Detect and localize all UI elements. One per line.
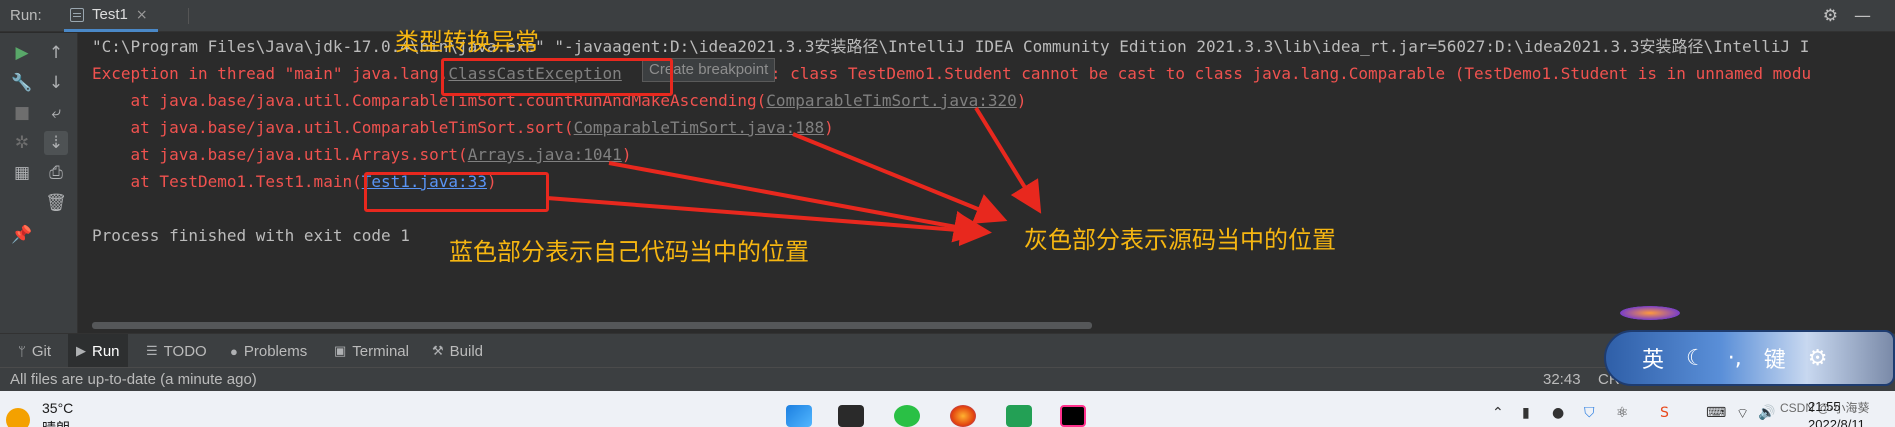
exception-message: : class TestDemo1.Student cannot be cast… (770, 64, 1812, 83)
command-line: "C:\Program Files\Java\jdk-17.0.4\bin\ja… (92, 37, 1810, 56)
run-tool-header: Run: Test1 × ⚙ — (0, 0, 1895, 32)
ime-moon-icon[interactable]: ☾ (1686, 346, 1706, 371)
play-icon: ▶ (76, 343, 86, 358)
close-icon[interactable]: × (136, 7, 148, 23)
exception-line: Exception in thread "main" java.lang.Cla… (92, 64, 1811, 84)
down-arrow-icon[interactable]: ↓ (44, 71, 68, 95)
debug-icon[interactable]: ✲ (10, 131, 34, 155)
caret-position[interactable]: 32:43 (1543, 371, 1581, 388)
source-link[interactable]: Arrays.java:1041 (468, 145, 622, 164)
chevron-up-icon[interactable]: ⌃ (1492, 405, 1504, 421)
own-code-annotation: 蓝色部分表示自己代码当中的位置 (449, 238, 809, 266)
ime-settings-icon[interactable]: ⚙ (1808, 346, 1828, 371)
own-code-highlight-box (364, 172, 549, 212)
wrench-icon[interactable]: 🔧 (10, 71, 34, 95)
tab-problems[interactable]: ● Problems (222, 334, 315, 368)
source-link[interactable]: ComparableTimSort.java:188 (574, 118, 824, 137)
run-tab-label: Test1 (92, 6, 128, 23)
ime-toolbar[interactable]: 英 ☾ ·, 键 ⚙ (1604, 330, 1895, 386)
shield-icon[interactable]: ⛉ (1584, 405, 1595, 421)
pdf-app-icon[interactable] (1006, 405, 1032, 427)
hammer-icon: ⚒ (432, 343, 444, 358)
run-config-icon (70, 7, 84, 22)
gear-icon[interactable]: ⚙ (1823, 6, 1838, 26)
stack-frame: at java.base/java.util.Arrays.sort(Array… (92, 145, 632, 164)
pin-icon[interactable]: 📌 (10, 223, 34, 247)
info-icon: ● (230, 343, 238, 359)
horizontal-scrollbar[interactable] (92, 322, 1092, 329)
windows-taskbar: 35°C 晴朗 ⌃ ▮ ● ⛉ ⚛ S ⌨ ⌔ 🔊 CSDN @-小海葵 21:… (0, 391, 1895, 427)
usb-icon[interactable]: ▮ (1522, 405, 1530, 421)
scroll-to-end-icon[interactable]: ⇣ (44, 131, 68, 155)
qq-icon[interactable]: ● (1552, 405, 1564, 421)
ime-keyboard[interactable]: 键 (1764, 342, 1786, 374)
tab-terminal[interactable]: ▣ Terminal (326, 334, 417, 368)
terminal-icon: ▣ (334, 343, 347, 358)
tab-build[interactable]: ⚒ Build (424, 334, 491, 368)
clock-time[interactable]: 21:55 (1808, 399, 1841, 414)
network-icon[interactable]: ⚛ (1616, 405, 1629, 421)
header-divider (188, 8, 189, 24)
list-icon: ☰ (146, 343, 158, 358)
task-view-icon[interactable] (838, 405, 864, 427)
stop-icon[interactable]: ■ (10, 101, 34, 125)
clock-date[interactable]: 2022/8/11 (1808, 417, 1865, 427)
rerun-icon[interactable]: ▶ (10, 41, 34, 65)
layout-icon[interactable]: ▦ (10, 161, 34, 185)
volume-icon[interactable]: 🔊 (1758, 405, 1775, 421)
tab-todo[interactable]: ☰ TODO (138, 334, 215, 368)
firefox-icon[interactable] (950, 405, 976, 427)
intellij-icon[interactable] (1060, 405, 1086, 427)
exception-prefix: Exception in thread "main" java.lang. (92, 64, 449, 83)
minimize-icon[interactable]: — (1854, 6, 1871, 26)
ime-language[interactable]: 英 (1642, 342, 1664, 374)
wifi-icon[interactable]: ⌔ (1736, 405, 1749, 423)
exception-highlight-box (441, 58, 673, 96)
console-output[interactable]: "C:\Program Files\Java\jdk-17.0.4\bin\ja… (79, 33, 1895, 333)
ime-punctuation[interactable]: ·, (1728, 346, 1742, 371)
start-icon[interactable] (786, 405, 812, 427)
exit-code-line: Process finished with exit code 1 (92, 226, 410, 245)
weather-condition[interactable]: 晴朗 (42, 418, 70, 427)
keyboard-icon[interactable]: ⌨ (1706, 405, 1726, 421)
tab-run[interactable]: ▶ Run (68, 334, 128, 368)
git-branch-icon: ᛘ (18, 343, 26, 359)
soft-wrap-icon[interactable]: ⤶ (44, 101, 68, 125)
trash-icon[interactable]: 🗑 (44, 191, 68, 215)
print-icon[interactable]: ⎙ (44, 161, 68, 185)
exception-annotation: 类型转换异常 (395, 28, 539, 56)
status-message: All files are up-to-date (a minute ago) (10, 371, 257, 388)
run-toolbar: ▶ ↑ 🔧 ↓ ■ ⤶ ✲ ⇣ ▦ ⎙ 🗑 📌 (0, 33, 78, 333)
run-label: Run: (10, 7, 42, 24)
wechat-icon[interactable] (894, 405, 920, 427)
up-arrow-icon[interactable]: ↑ (44, 41, 68, 65)
tab-git[interactable]: ᛘ Git (10, 334, 59, 368)
ime-ornament (1620, 306, 1680, 320)
source-code-annotation: 灰色部分表示源码当中的位置 (1024, 226, 1336, 254)
sun-icon[interactable] (6, 408, 30, 427)
weather-temperature[interactable]: 35°C (42, 400, 73, 416)
app-s-icon[interactable]: S (1660, 405, 1669, 421)
source-link[interactable]: ComparableTimSort.java:320 (766, 91, 1016, 110)
stack-frame: at java.base/java.util.ComparableTimSort… (92, 118, 834, 137)
run-tab-test1[interactable]: Test1 × (64, 0, 158, 32)
